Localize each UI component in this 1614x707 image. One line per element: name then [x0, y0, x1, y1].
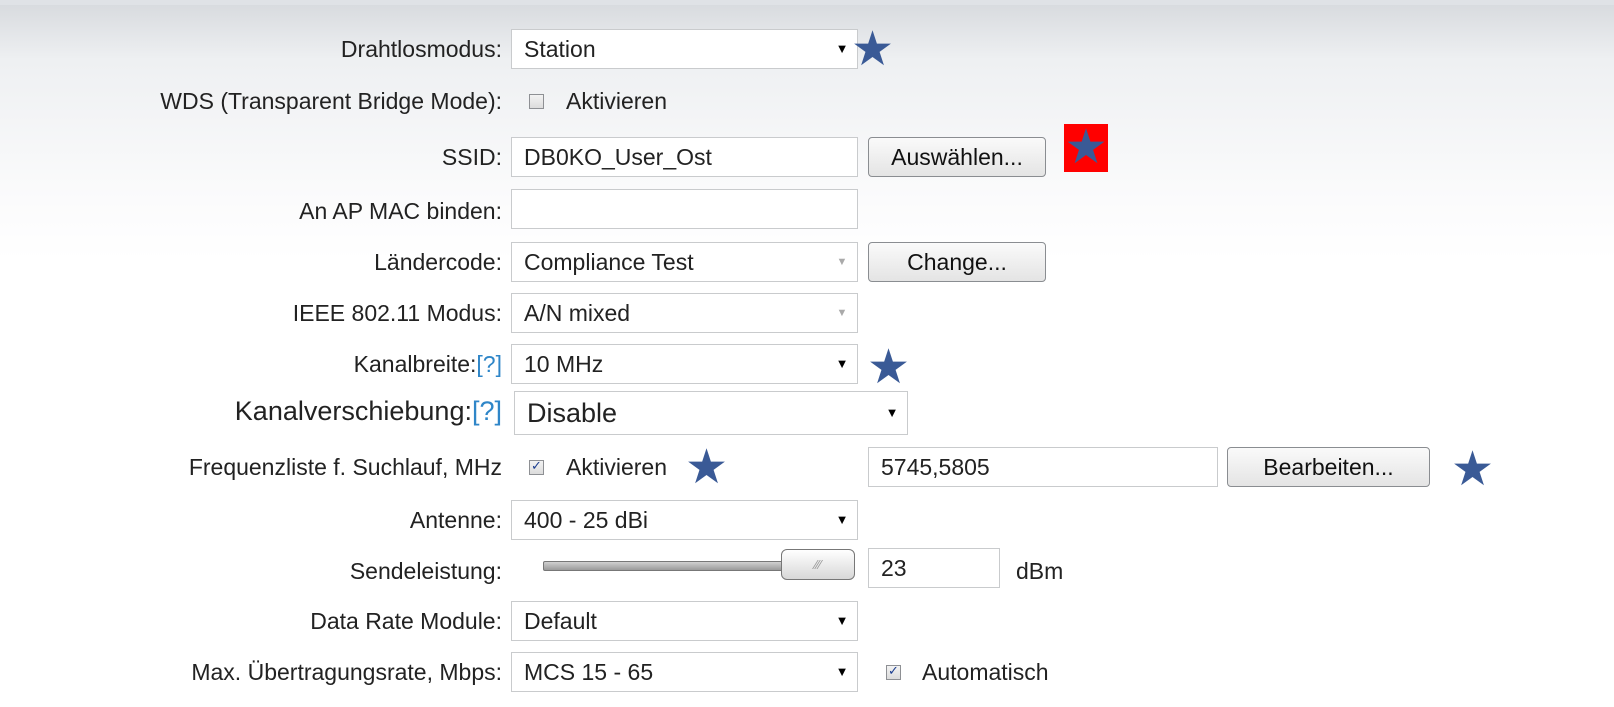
wireless-mode-label: Drahtlosmodus: — [340, 36, 502, 62]
change-country-button[interactable]: Change... — [868, 242, 1046, 282]
country-code-value: Compliance Test — [524, 249, 694, 275]
antenna-label: Antenne: — [409, 507, 502, 533]
max-rate-label: Max. Übertragungsrate, Mbps: — [191, 659, 502, 685]
country-code-label: Ländercode: — [374, 249, 502, 275]
top-border — [0, 0, 1614, 5]
channel-shift-label: Kanalverschiebung: — [234, 396, 472, 426]
ieee-mode-select[interactable]: A/N mixed ▼ — [511, 293, 858, 333]
star-icon: ★ — [685, 441, 729, 494]
checkmark-icon: ✓ — [531, 458, 542, 473]
channel-shift-label-group: Kanalverschiebung:[?] — [235, 396, 502, 427]
channel-width-value: 10 MHz — [524, 351, 604, 377]
channel-width-label: Kanalbreite: — [353, 351, 477, 377]
tx-power-value: 23 — [881, 555, 907, 581]
country-code-select[interactable]: Compliance Test ▼ — [511, 242, 858, 282]
max-rate-select[interactable]: MCS 15 - 65 ▼ — [511, 652, 858, 692]
auto-rate-checkbox[interactable]: ✓ — [886, 663, 901, 680]
select-ssid-button[interactable]: Auswählen... — [868, 137, 1046, 177]
channel-width-help-link[interactable]: [?] — [476, 351, 502, 377]
channel-shift-select[interactable]: Disable ▼ — [514, 391, 908, 435]
tx-power-label: Sendeleistung: — [349, 558, 502, 584]
data-rate-module-label: Data Rate Module: — [310, 608, 502, 634]
star-icon: ★ — [851, 23, 895, 76]
channel-width-label-group: Kanalbreite:[?] — [354, 351, 502, 378]
tx-power-slider-handle[interactable]: ⁄⁄⁄ — [781, 549, 855, 580]
tx-power-input[interactable]: 23 — [868, 548, 1000, 588]
frequency-list-checkbox[interactable]: ✓ — [529, 458, 544, 475]
ieee-mode-label: IEEE 802.11 Modus: — [292, 300, 502, 326]
chevron-down-icon: ▼ — [836, 256, 848, 268]
ap-mac-input[interactable] — [511, 189, 858, 229]
ieee-mode-value: A/N mixed — [524, 300, 631, 326]
edit-frequency-list-button[interactable]: Bearbeiten... — [1227, 447, 1430, 487]
chevron-down-icon: ▼ — [836, 307, 848, 319]
ssid-input[interactable]: DB0KO_User_Ost — [511, 137, 858, 177]
chevron-down-icon: ▼ — [835, 41, 849, 56]
tx-power-slider-track[interactable] — [543, 561, 783, 571]
wireless-mode-value: Station — [524, 36, 596, 62]
frequency-list-checkbox-label: Aktivieren — [566, 454, 667, 480]
wds-checkbox[interactable] — [529, 94, 544, 109]
highlight-marker: ★ — [1064, 124, 1108, 172]
star-icon: ★ — [867, 341, 911, 394]
chevron-down-icon: ▼ — [835, 664, 849, 679]
ap-mac-label: An AP MAC binden: — [299, 198, 502, 224]
chevron-down-icon: ▼ — [835, 512, 849, 527]
channel-shift-value: Disable — [527, 398, 618, 428]
data-rate-module-select[interactable]: Default ▼ — [511, 601, 858, 641]
frequency-list-value: 5745,5805 — [881, 454, 990, 480]
chevron-down-icon: ▼ — [835, 356, 849, 371]
wds-label: WDS (Transparent Bridge Mode): — [160, 88, 502, 114]
max-rate-value: MCS 15 - 65 — [524, 659, 654, 685]
chevron-down-icon: ▼ — [885, 405, 899, 420]
chevron-down-icon: ▼ — [835, 613, 849, 628]
wireless-mode-select[interactable]: Station ▼ — [511, 29, 858, 69]
ssid-value: DB0KO_User_Ost — [524, 144, 712, 170]
channel-width-select[interactable]: 10 MHz ▼ — [511, 344, 858, 384]
data-rate-module-value: Default — [524, 608, 597, 634]
wds-checkbox-label: Aktivieren — [566, 88, 667, 114]
ssid-label: SSID: — [441, 144, 502, 170]
antenna-select[interactable]: 400 - 25 dBi ▼ — [511, 500, 858, 540]
channel-shift-help-link[interactable]: [?] — [472, 396, 502, 426]
frequency-list-input[interactable]: 5745,5805 — [868, 447, 1218, 487]
checkmark-icon: ✓ — [888, 663, 899, 678]
antenna-value: 400 - 25 dBi — [524, 507, 649, 533]
grip-icon: ⁄⁄⁄ — [814, 557, 822, 572]
star-icon: ★ — [1451, 443, 1495, 496]
frequency-list-label: Frequenzliste f. Suchlauf, MHz — [188, 454, 502, 480]
tx-power-unit: dBm — [1016, 558, 1064, 584]
auto-rate-checkbox-label: Automatisch — [922, 659, 1049, 685]
star-icon: ★ — [1064, 121, 1108, 174]
